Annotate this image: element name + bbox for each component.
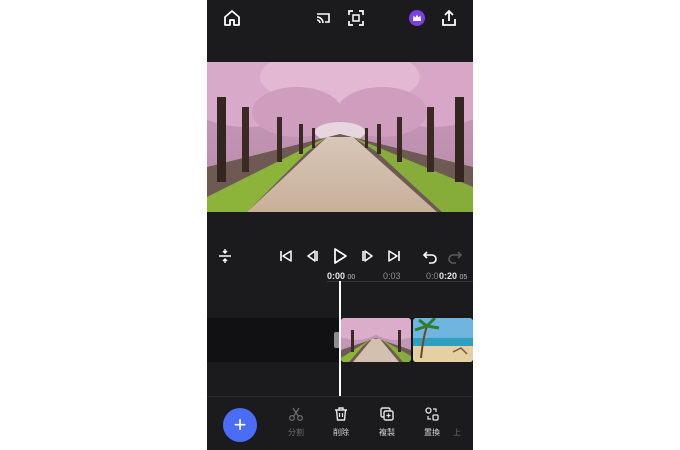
home-icon[interactable] — [222, 8, 242, 28]
duplicate-icon — [379, 406, 395, 422]
split-view-icon[interactable] — [216, 247, 234, 265]
total-time: 0:20 05 — [439, 271, 468, 281]
cast-icon[interactable] — [313, 8, 333, 28]
scissors-icon — [288, 406, 304, 422]
duplicate-tool[interactable]: 複製 — [367, 406, 407, 438]
current-frames: 00 — [347, 274, 356, 281]
share-icon[interactable] — [439, 8, 459, 28]
redo-icon[interactable] — [446, 247, 464, 265]
overflow-tool[interactable]: 上 — [453, 406, 473, 438]
delete-label: 削除 — [333, 428, 349, 437]
undo-icon[interactable] — [421, 247, 439, 265]
replace-icon — [424, 406, 440, 422]
replace-tool[interactable]: 置換 — [412, 406, 452, 438]
video-editor-screen: 0:00 00 0:03 0:0 0:20 05 + 分割 削除 複製 置換 上 — [207, 0, 473, 450]
premium-crown-icon[interactable] — [407, 8, 427, 28]
overflow-icon — [453, 406, 469, 422]
cherry-blossom-clip[interactable] — [341, 318, 411, 362]
total-frames: 05 — [459, 274, 468, 281]
trash-icon — [333, 406, 349, 422]
fullscreen-icon[interactable] — [346, 8, 366, 28]
time-marker-3s: 0:03 — [383, 271, 401, 281]
next-frame-icon[interactable] — [359, 247, 377, 265]
bottom-toolbar: + 分割 削除 複製 置換 上 — [207, 396, 473, 450]
skip-start-icon[interactable] — [277, 247, 295, 265]
time-marker: 0:0 — [426, 271, 439, 281]
play-icon[interactable] — [330, 246, 350, 266]
split-tool[interactable]: 分割 — [276, 406, 316, 438]
playhead[interactable] — [339, 281, 341, 396]
split-label: 分割 — [288, 428, 304, 437]
ruler-baseline — [327, 281, 473, 282]
overflow-label: 上 — [453, 428, 461, 437]
skip-end-icon[interactable] — [385, 247, 403, 265]
prev-frame-icon[interactable] — [303, 247, 321, 265]
video-preview[interactable] — [207, 62, 473, 212]
current-time: 0:00 00 — [327, 271, 356, 281]
duplicate-label: 複製 — [379, 428, 395, 437]
add-media-button[interactable]: + — [223, 408, 257, 442]
replace-label: 置換 — [424, 428, 440, 437]
delete-tool[interactable]: 削除 — [321, 406, 361, 438]
beach-clip[interactable] — [413, 318, 473, 362]
